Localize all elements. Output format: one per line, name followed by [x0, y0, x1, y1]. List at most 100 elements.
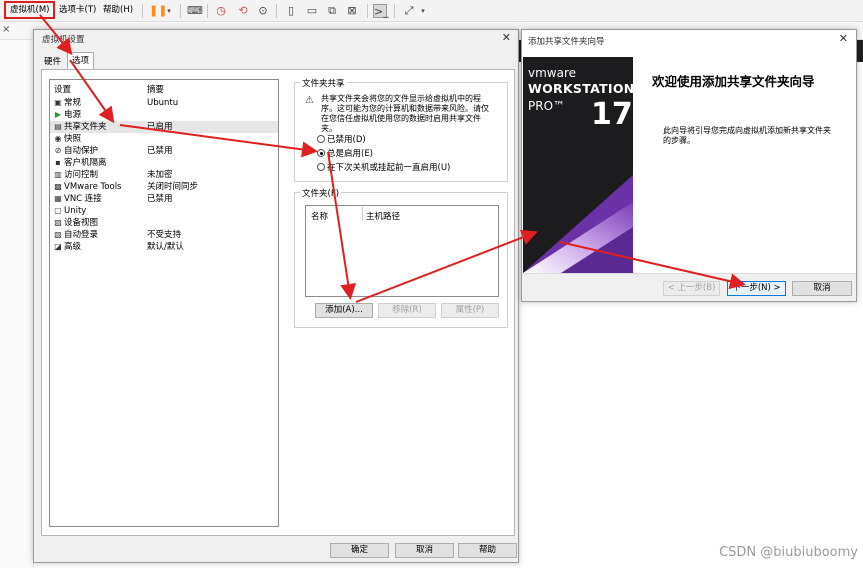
- folder-sharing-group: 文件夹共享 ⚠ 共享文件夹会将您的文件显示给虚拟机中的程序。这可能为您的计算机和…: [294, 77, 508, 182]
- wizard-heading: 欢迎使用添加共享文件夹向导: [652, 74, 815, 89]
- settings-item-vmware-tools[interactable]: ▩ VMware Tools 关闭时间同步: [50, 181, 278, 193]
- item-summary: 已禁用: [147, 194, 173, 204]
- radio-until-poweroff[interactable]: 在下次关机或挂起前一直启用(U): [317, 163, 450, 174]
- tab-hardware[interactable]: 硬件: [41, 55, 64, 70]
- item-summary: 未加密: [147, 170, 173, 180]
- warning-icon: ⚠: [305, 95, 314, 106]
- item-summary: 默认/默认: [147, 242, 184, 252]
- settings-item-advanced[interactable]: ◪ 高级 默认/默认: [50, 241, 278, 253]
- item-summary: 关闭时间同步: [147, 182, 199, 192]
- sidebar-view-icon[interactable]: ▯: [284, 4, 298, 18]
- column-setting: 设置: [54, 85, 72, 95]
- close-icon[interactable]: ✕: [502, 31, 511, 44]
- thumbnail-view-icon[interactable]: ⧉: [325, 4, 339, 18]
- settings-item-autologin[interactable]: ▧ 自动登录 不受支持: [50, 229, 278, 241]
- folders-table[interactable]: 名称 主机路径: [305, 205, 499, 297]
- toolbar-separator: [180, 4, 181, 18]
- item-name: 常规: [64, 98, 82, 108]
- chevron-down-icon[interactable]: ▾: [416, 4, 430, 18]
- cancel-button[interactable]: 取消: [792, 281, 852, 296]
- item-name: 快照: [64, 134, 82, 144]
- item-name: 共享文件夹: [64, 122, 107, 132]
- settings-item-vnc[interactable]: ▦ VNC 连接 已禁用: [50, 193, 278, 205]
- column-name: 名称: [311, 212, 329, 222]
- item-name: VNC 连接: [64, 194, 102, 204]
- sharing-description: 共享文件夹会将您的文件显示给虚拟机中的程序。这可能为您的计算机和数据带来风险。请…: [321, 94, 489, 133]
- no-stretch-icon[interactable]: ⊠: [345, 4, 359, 18]
- product-edition: PRO™: [528, 99, 566, 113]
- ok-button[interactable]: 确定: [330, 543, 389, 558]
- settings-item-autoprotect[interactable]: ⊘ 自动保护 已禁用: [50, 145, 278, 157]
- item-name: 自动保护: [64, 146, 99, 156]
- console-view-icon[interactable]: ▭: [305, 4, 319, 18]
- item-name: 电源: [64, 110, 82, 120]
- settings-item-power[interactable]: ▶ 电源: [50, 109, 278, 121]
- cancel-button[interactable]: 取消: [395, 543, 454, 558]
- radio-always-enabled[interactable]: 总是启用(E): [317, 149, 373, 160]
- pause-icon[interactable]: ❚❚: [149, 4, 167, 18]
- menu-help[interactable]: 帮助(H): [100, 3, 136, 18]
- power-icon: ▶: [54, 110, 62, 119]
- menu-vm[interactable]: 虚拟机(M): [4, 1, 56, 19]
- product-version: 17: [591, 97, 633, 132]
- unity-icon: ▢: [54, 206, 62, 215]
- toolbar-separator: [207, 4, 208, 18]
- tab-options[interactable]: 选项: [67, 52, 95, 70]
- menubar: 虚拟机(M) 选项卡(T) 帮助(H) ❚❚ ▾ ⌨ ◷ ⟲ ⊙ ▯ ▭ ⧉ ⊠…: [0, 0, 863, 22]
- close-icon[interactable]: ×: [2, 24, 10, 35]
- autoprotect-icon: ⊘: [54, 146, 62, 155]
- radio-label: 已禁用(D): [327, 135, 366, 145]
- fullscreen-icon[interactable]: ⤢: [402, 4, 416, 18]
- send-keys-icon[interactable]: ⌨: [187, 4, 203, 18]
- item-summary: 已禁用: [147, 146, 173, 156]
- wizard-title: 添加共享文件夹向导: [528, 37, 605, 47]
- item-summary: Ubuntu: [147, 98, 179, 108]
- settings-item-snapshots[interactable]: ◉ 快照: [50, 133, 278, 145]
- column-divider: [362, 207, 363, 221]
- back-button[interactable]: < 上一步(B): [663, 281, 720, 296]
- menu-tabs[interactable]: 选项卡(T): [56, 3, 99, 18]
- snapshot-manager-icon[interactable]: ⊙: [256, 4, 270, 18]
- revert-snapshot-icon[interactable]: ⟲: [236, 4, 250, 18]
- help-button[interactable]: 帮助: [458, 543, 517, 558]
- add-button[interactable]: 添加(A)...: [315, 303, 373, 318]
- item-name: Unity: [64, 206, 87, 216]
- settings-item-access-control[interactable]: ▥ 访问控制 未加密: [50, 169, 278, 181]
- remove-button[interactable]: 移除(R): [378, 303, 436, 318]
- radio-disabled[interactable]: 已禁用(D): [317, 135, 366, 146]
- terminal-icon[interactable]: >_: [373, 4, 389, 18]
- item-summary: 已启用: [147, 122, 173, 132]
- chevron-down-icon[interactable]: ▾: [162, 4, 176, 18]
- settings-item-general[interactable]: ▣ 常规 Ubuntu: [50, 97, 278, 109]
- radio-label: 总是启用(E): [327, 149, 374, 159]
- wizard-button-bar: < 上一步(B) 下一步(N) > 取消: [522, 273, 856, 301]
- item-name: 自动登录: [64, 230, 99, 240]
- radio-selected-icon: [317, 149, 325, 157]
- product-name: WORKSTATION: [528, 81, 633, 96]
- options-panel: 设置 摘要 ▣ 常规 Ubuntu ▶ 电源 ▤ 共享文件夹 已启用 ◉ 快照: [41, 69, 515, 536]
- radio-icon: [317, 135, 325, 143]
- item-name: 访问控制: [64, 170, 99, 180]
- toolbar-separator: [142, 4, 143, 18]
- settings-item-unity[interactable]: ▢ Unity: [50, 205, 278, 217]
- shared-folder-icon: ▤: [54, 122, 62, 131]
- next-button[interactable]: 下一步(N) >: [727, 281, 786, 296]
- wizard-description: 此向导将引导您完成向虚拟机添加新共享文件夹的步骤。: [663, 126, 831, 145]
- settings-item-guest-isolation[interactable]: ▪ 客户机隔离: [50, 157, 278, 169]
- settings-item-shared-folders[interactable]: ▤ 共享文件夹 已启用: [50, 121, 278, 133]
- watermark: CSDN @biubiuboomy: [719, 545, 858, 560]
- toolbar-separator: [367, 4, 368, 18]
- toolbar-separator: [276, 4, 277, 18]
- vmware-logo: vmware: [528, 66, 577, 80]
- folders-group: 文件夹(F) 名称 主机路径 添加(A)... 移除(R) 属性(P): [294, 187, 508, 328]
- column-host-path: 主机路径: [366, 212, 401, 222]
- library-panel: [0, 40, 34, 568]
- item-summary: 不受支持: [147, 230, 182, 240]
- settings-item-device-view[interactable]: ▨ 设备视图: [50, 217, 278, 229]
- snapshot-icon[interactable]: ◷: [214, 4, 228, 18]
- autologin-icon: ▧: [54, 230, 62, 239]
- properties-button[interactable]: 属性(P): [441, 303, 499, 318]
- device-view-icon: ▨: [54, 218, 62, 227]
- vmware-tools-icon: ▩: [54, 182, 62, 191]
- close-icon[interactable]: ✕: [839, 32, 848, 45]
